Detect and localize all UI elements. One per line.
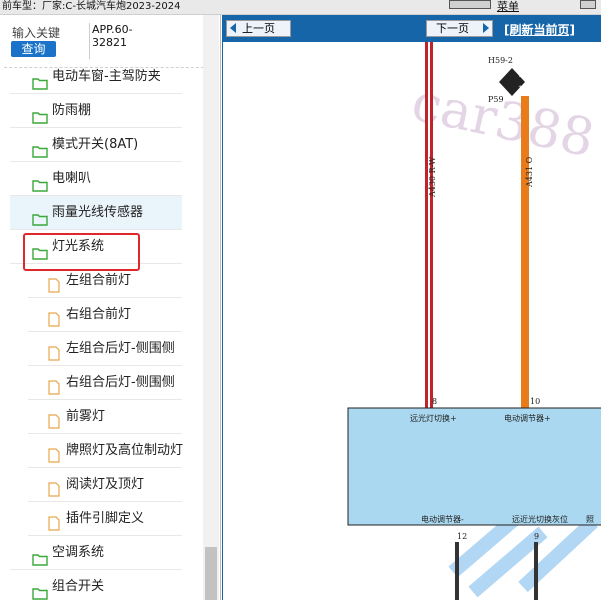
scroll-thumb[interactable] — [205, 547, 217, 600]
folder-icon — [32, 546, 48, 566]
tree-item-label: 右组合后灯-侧围侧 — [66, 375, 175, 390]
module-label-right: 电动调节器+ — [504, 413, 551, 423]
toolbar-button-stub-2[interactable] — [580, 0, 596, 9]
module-label-bottom-far: 照 — [586, 515, 594, 524]
tree-folder-item[interactable]: 组合开关 — [10, 570, 182, 600]
highlight-box — [23, 233, 140, 271]
page-navbar: 上一页 下一页 [刷新当前页] — [222, 15, 601, 42]
tree-folder-item[interactable]: 电动车窗-主驾防夹 — [10, 60, 182, 94]
tree-item-label: 阅读灯及顶灯 — [66, 477, 145, 492]
left-pane: 输入关键 APP.60- 32821 查询 电动车窗-主驾防夹 防雨棚 模式开关(8… — [0, 15, 221, 600]
folder-icon — [32, 70, 48, 90]
menu-link[interactable]: 菜单 — [497, 0, 519, 14]
folder-icon — [32, 580, 48, 600]
connector-bottom-label: P59 — [488, 95, 504, 104]
right-arrow-icon — [483, 23, 489, 33]
toolbar-button-stub[interactable] — [449, 0, 491, 9]
tree-item-label: 模式开关(8AT) — [52, 137, 139, 152]
tree-folder-item[interactable]: 防雨棚 — [10, 94, 182, 128]
tree-file-item[interactable]: 牌照灯及高位制动灯 — [28, 434, 184, 468]
prev-page-button[interactable]: 上一页 — [226, 20, 291, 37]
tree-item-label: 右组合前灯 — [66, 307, 132, 322]
wire-bottom-left — [455, 542, 459, 600]
tree-file-item[interactable]: 右组合前灯 — [28, 298, 182, 332]
file-icon — [48, 443, 60, 463]
title-bar: 前车型：厂家:C-长城汽车炮2023-2024 菜单 — [0, 0, 601, 15]
tree-item-label: 空调系统 — [52, 545, 105, 560]
refresh-link[interactable]: [刷新当前页] — [504, 21, 575, 38]
file-icon — [48, 511, 60, 531]
file-icon — [48, 341, 60, 361]
file-icon — [48, 477, 60, 497]
vehicle-info: 前车型：厂家:C-长城汽车炮2023-2024 — [2, 1, 181, 12]
tree-folder-item[interactable]: 电喇叭 — [10, 162, 182, 196]
tree-folder-item[interactable]: 雨量光线传感器 — [10, 196, 182, 230]
tree-item-label: 电喇叭 — [52, 171, 92, 186]
folder-icon — [32, 138, 48, 158]
tree-file-item[interactable]: 阅读灯及顶灯 — [28, 468, 182, 502]
wire-left-stripe — [428, 42, 430, 408]
wire-bottom-right — [534, 542, 538, 600]
connector-pin-top: 18 — [518, 71, 527, 79]
module-label-bottom-left: 电动调节器- — [421, 514, 464, 524]
wire-right-label: A431 O — [525, 156, 534, 188]
tree-folder-item[interactable]: 空调系统 — [10, 536, 182, 570]
next-page-label: 下一页 — [436, 22, 469, 35]
connector-top-label: H59-2 — [488, 56, 513, 65]
folder-icon — [32, 172, 48, 192]
wiring-diagram-svg: car388 18 17 H59-2 P59 A430 R-W A431 O 8… — [223, 42, 601, 600]
tree-item-label: 防雨棚 — [52, 103, 92, 118]
tree-item-label: 雨量光线传感器 — [52, 205, 144, 220]
tree-item-label: 左组合后灯-侧围侧 — [66, 341, 175, 356]
tree-item-label: 插件引脚定义 — [66, 511, 145, 526]
tree-item-label: 电动车窗-主驾防夹 — [52, 69, 161, 84]
folder-icon — [32, 206, 48, 226]
module-box — [347, 407, 601, 526]
file-icon — [48, 375, 60, 395]
pin-left-bottom: 12 — [457, 532, 467, 541]
tree-scrollbar[interactable] — [203, 15, 219, 600]
file-icon — [48, 273, 60, 293]
wiring-diagram: car388 18 17 H59-2 P59 A430 R-W A431 O 8… — [222, 42, 601, 600]
tree-file-item[interactable]: 前雾灯 — [28, 400, 182, 434]
pin-left-top: 8 — [432, 397, 437, 406]
pin-right-top: 10 — [530, 397, 540, 406]
wire-left-label: A430 R-W — [428, 156, 437, 198]
next-page-button[interactable]: 下一页 — [426, 20, 493, 37]
tree-file-item[interactable]: 插件引脚定义 — [28, 502, 182, 536]
file-icon — [48, 409, 60, 429]
tree-view: 电动车窗-主驾防夹 防雨棚 模式开关(8AT) 电喇叭 雨量光线传感器 灯光系统 左组合前灯… — [0, 15, 205, 600]
module-label-left: 远光灯切换+ — [410, 413, 457, 423]
left-arrow-icon — [230, 23, 236, 33]
tree-file-item[interactable]: 右组合后灯-侧围侧 — [28, 366, 182, 400]
file-icon — [48, 307, 60, 327]
connector-pin-bottom: 17 — [518, 85, 527, 93]
tree-folder-item[interactable]: 模式开关(8AT) — [10, 128, 182, 162]
pin-right-bottom: 9 — [534, 532, 539, 541]
module-label-bottom-right: 远近光切换灰位 — [512, 514, 568, 524]
wire-right-body — [521, 96, 529, 408]
tree-item-label: 牌照灯及高位制动灯 — [66, 443, 184, 458]
tree-item-label: 组合开关 — [52, 579, 105, 594]
right-pane: 上一页 下一页 [刷新当前页] car388 18 17 H59-2 P59 A… — [222, 15, 601, 600]
folder-icon — [32, 104, 48, 124]
prev-page-label: 上一页 — [242, 22, 275, 35]
tree-item-label: 前雾灯 — [66, 409, 106, 424]
tree-file-item[interactable]: 左组合后灯-侧围侧 — [28, 332, 182, 366]
